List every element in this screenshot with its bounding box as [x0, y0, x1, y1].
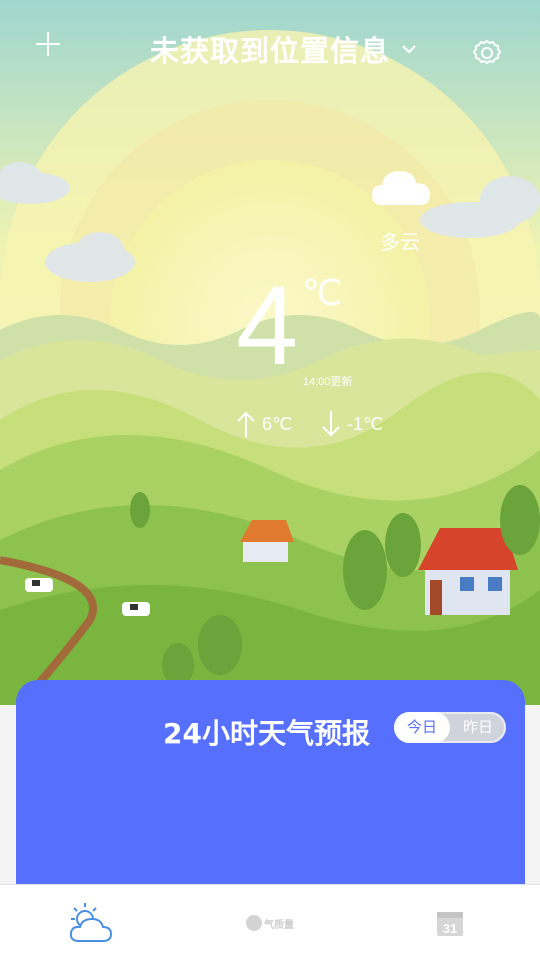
forecast-title: 24小时天气预报: [163, 717, 370, 750]
forecast-card: 24小时天气预报 今日 昨日: [16, 680, 525, 890]
update-time: 14:00更新: [303, 376, 353, 388]
temperature-unit: ℃: [302, 272, 343, 313]
current-temperature: 4: [236, 263, 299, 388]
plus-icon[interactable]: [34, 30, 62, 58]
air-quality-icon: 气质量: [246, 915, 294, 931]
gear-icon[interactable]: [472, 38, 502, 68]
top-bar: 未获取到位置信息: [0, 22, 540, 78]
low-temperature: -1℃: [321, 410, 383, 438]
bottom-navigation: 气质量 31: [0, 884, 540, 961]
nav-calendar[interactable]: 31: [425, 885, 475, 961]
cloud-icon: [372, 171, 430, 205]
tab-yesterday[interactable]: 昨日: [450, 712, 506, 743]
nav-weather[interactable]: [60, 885, 120, 961]
low-temp-value: -1℃: [347, 413, 384, 434]
calendar-icon: 31: [437, 912, 463, 936]
arrow-down-icon: [322, 411, 340, 437]
weather-icon: [69, 903, 113, 942]
location-title: 未获取到位置信息: [150, 34, 391, 68]
nav-air-quality-label: 气质量: [264, 919, 294, 931]
tab-today[interactable]: 今日: [394, 712, 450, 743]
location-selector[interactable]: 未获取到位置信息: [150, 28, 418, 70]
high-temp-value: 6℃: [262, 413, 293, 434]
nav-air-quality[interactable]: 气质量: [220, 885, 320, 961]
arrow-up-icon: [237, 411, 255, 437]
weather-condition: 多云: [380, 230, 420, 254]
chevron-down-icon: [402, 45, 416, 54]
day-toggle: 今日 昨日: [394, 712, 506, 743]
high-temperature: 6℃: [236, 410, 292, 438]
calendar-day: 31: [443, 921, 457, 936]
